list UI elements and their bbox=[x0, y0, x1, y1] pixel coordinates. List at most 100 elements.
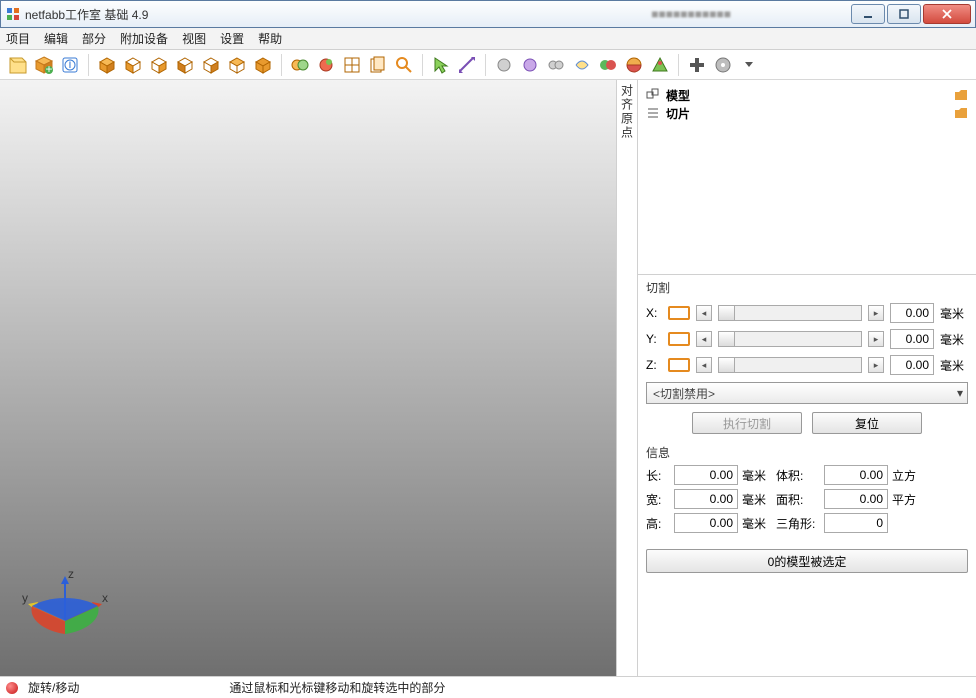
view-bottom-icon[interactable] bbox=[251, 53, 275, 77]
maximize-button[interactable] bbox=[887, 4, 921, 24]
window-title-secondary: ■■■■■■■■■■■ bbox=[651, 7, 731, 21]
info-tri-value: 0 bbox=[824, 513, 888, 533]
view-iso-icon[interactable] bbox=[95, 53, 119, 77]
app-icon bbox=[5, 6, 21, 22]
menu-project[interactable]: 项目 bbox=[6, 30, 30, 47]
cut-z-scroll-left[interactable]: ◂ bbox=[696, 357, 712, 373]
info-tri-label: 三角形: bbox=[776, 515, 820, 532]
execute-cut-button[interactable]: 执行切割 bbox=[692, 412, 802, 434]
cut-section-title: 切割 bbox=[638, 275, 976, 298]
vertical-tab[interactable]: 对齐原点 bbox=[616, 80, 638, 676]
cut-x-value[interactable] bbox=[890, 303, 934, 323]
cut-z-slider[interactable] bbox=[718, 357, 862, 373]
cut-x-label: X: bbox=[646, 306, 662, 320]
tree-label: 切片 bbox=[666, 105, 690, 122]
tree-row-slices[interactable]: 切片 bbox=[646, 104, 968, 122]
sphere-link-icon[interactable] bbox=[544, 53, 568, 77]
tree-row-models[interactable]: 模型 bbox=[646, 86, 968, 104]
cut-x-slider[interactable] bbox=[718, 305, 862, 321]
sphere-gray-icon[interactable] bbox=[492, 53, 516, 77]
half-sphere-icon[interactable] bbox=[622, 53, 646, 77]
main-area: z x y 对齐原点 模型 切片 切割 bbox=[0, 80, 976, 676]
cut-x-swatch[interactable] bbox=[668, 306, 690, 320]
cut-mode-value: <切割禁用> bbox=[653, 385, 715, 402]
status-hint: 通过鼠标和光标键移动和旋转选中的部分 bbox=[229, 679, 445, 696]
cut-row-y: Y: ◂ ▸ 毫米 bbox=[646, 326, 968, 352]
part-info-icon[interactable]: i bbox=[58, 53, 82, 77]
analysis-spheres-icon[interactable] bbox=[288, 53, 312, 77]
cut-z-scroll-right[interactable]: ▸ bbox=[868, 357, 884, 373]
cut-section: X: ◂ ▸ 毫米 Y: ◂ ▸ 毫米 Z: ◂ bbox=[638, 298, 976, 440]
swirl-icon[interactable] bbox=[570, 53, 594, 77]
menu-part[interactable]: 部分 bbox=[82, 30, 106, 47]
axis-y-label: y bbox=[22, 591, 28, 605]
folder-icon[interactable] bbox=[954, 106, 968, 120]
reset-cut-button[interactable]: 复位 bbox=[812, 412, 922, 434]
cubes-icon bbox=[646, 88, 660, 102]
analysis-wire-icon[interactable] bbox=[340, 53, 364, 77]
minimize-button[interactable] bbox=[851, 4, 885, 24]
plus-icon[interactable] bbox=[685, 53, 709, 77]
right-panel: 模型 切片 切割 X: ◂ ▸ 毫米 bbox=[638, 80, 976, 676]
cut-unit: 毫米 bbox=[940, 331, 968, 348]
cut-y-value[interactable] bbox=[890, 329, 934, 349]
cut-y-swatch[interactable] bbox=[668, 332, 690, 346]
cut-x-scroll-left[interactable]: ◂ bbox=[696, 305, 712, 321]
cut-y-scroll-right[interactable]: ▸ bbox=[868, 331, 884, 347]
info-height-value: 0.00 bbox=[674, 513, 738, 533]
select-arrow-icon[interactable] bbox=[429, 53, 453, 77]
view-back-icon[interactable] bbox=[147, 53, 171, 77]
menu-edit[interactable]: 编辑 bbox=[44, 30, 68, 47]
cut-z-swatch[interactable] bbox=[668, 358, 690, 372]
info-height-unit: 毫米 bbox=[742, 515, 772, 532]
menu-view[interactable]: 视图 bbox=[182, 30, 206, 47]
selection-summary-button[interactable]: 0的模型被选定 bbox=[646, 549, 968, 573]
view-front-icon[interactable] bbox=[121, 53, 145, 77]
disc-icon[interactable] bbox=[711, 53, 735, 77]
status-mode: 旋转/移动 bbox=[28, 679, 79, 696]
info-area-label: 面积: bbox=[776, 491, 820, 508]
status-dot-icon bbox=[6, 682, 18, 694]
axis-x-label: x bbox=[102, 591, 108, 605]
chevron-down-icon: ▾ bbox=[957, 386, 963, 400]
cut-row-z: Z: ◂ ▸ 毫米 bbox=[646, 352, 968, 378]
view-left-icon[interactable] bbox=[173, 53, 197, 77]
peak-icon[interactable] bbox=[648, 53, 672, 77]
lines-icon bbox=[646, 106, 660, 120]
cut-mode-combo[interactable]: <切割禁用> ▾ bbox=[646, 382, 968, 404]
new-project-icon[interactable] bbox=[6, 53, 30, 77]
view-top-icon[interactable] bbox=[225, 53, 249, 77]
measure-icon[interactable] bbox=[455, 53, 479, 77]
sphere-purple-icon[interactable] bbox=[518, 53, 542, 77]
cut-z-value[interactable] bbox=[890, 355, 934, 375]
info-area-value: 0.00 bbox=[824, 489, 888, 509]
analysis-docs-icon[interactable] bbox=[366, 53, 390, 77]
close-button[interactable] bbox=[923, 4, 971, 24]
cut-y-label: Y: bbox=[646, 332, 662, 346]
axis-z-label: z bbox=[68, 567, 74, 581]
cut-y-slider[interactable] bbox=[718, 331, 862, 347]
cut-y-scroll-left[interactable]: ◂ bbox=[696, 331, 712, 347]
scene-tree: 模型 切片 bbox=[638, 80, 976, 275]
info-width-unit: 毫米 bbox=[742, 491, 772, 508]
svg-text:+: + bbox=[45, 62, 52, 75]
analysis-color-icon[interactable] bbox=[314, 53, 338, 77]
toolbar-overflow-icon[interactable] bbox=[737, 53, 761, 77]
view-right-icon[interactable] bbox=[199, 53, 223, 77]
menu-addons[interactable]: 附加设备 bbox=[120, 30, 168, 47]
window-controls bbox=[851, 4, 971, 24]
menu-settings[interactable]: 设置 bbox=[220, 30, 244, 47]
spheres-pair-icon[interactable] bbox=[596, 53, 620, 77]
cut-row-x: X: ◂ ▸ 毫米 bbox=[646, 300, 968, 326]
folder-icon[interactable] bbox=[954, 88, 968, 102]
search-icon[interactable] bbox=[392, 53, 416, 77]
info-length-label: 长: bbox=[646, 467, 670, 484]
cut-x-scroll-right[interactable]: ▸ bbox=[868, 305, 884, 321]
info-volume-value: 0.00 bbox=[824, 465, 888, 485]
tree-label: 模型 bbox=[666, 87, 690, 104]
info-length-unit: 毫米 bbox=[742, 467, 772, 484]
add-part-icon[interactable]: + bbox=[32, 53, 56, 77]
titlebar: netfabb工作室 基础 4.9 ■■■■■■■■■■■ bbox=[0, 0, 976, 28]
viewport-3d[interactable]: z x y bbox=[0, 80, 616, 676]
menu-help[interactable]: 帮助 bbox=[258, 30, 282, 47]
